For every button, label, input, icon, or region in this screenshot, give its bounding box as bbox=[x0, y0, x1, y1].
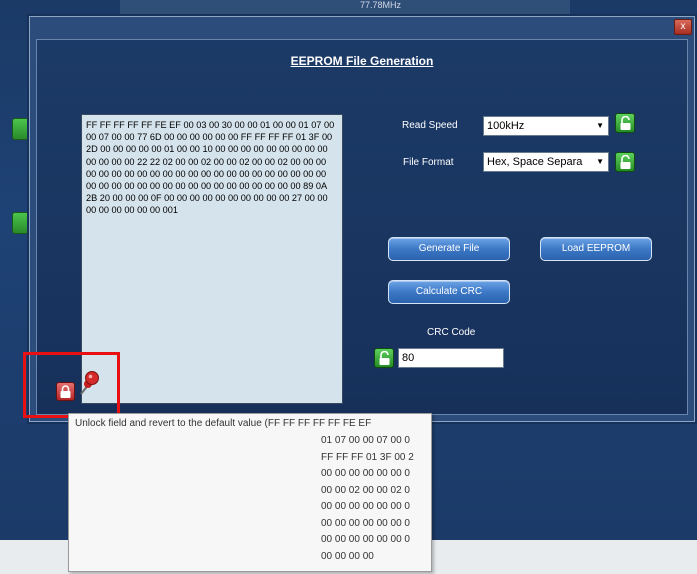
tooltip-line: 00 00 00 00 00 00 0 bbox=[321, 517, 410, 529]
background-frequency-text: 77.78MHz bbox=[360, 0, 402, 10]
tooltip-value-lines: 01 07 00 00 07 00 0 FF FF FF 01 3F 00 2 … bbox=[321, 433, 414, 565]
unlock-icon bbox=[620, 155, 631, 169]
dialog-content: EEPROM File Generation FF FF FF FF FF FE… bbox=[36, 39, 688, 415]
file-format-unlock-button[interactable] bbox=[615, 152, 635, 172]
eeprom-dialog-window: x EEPROM File Generation FF FF FF FF FF … bbox=[29, 16, 695, 422]
unlock-icon bbox=[379, 351, 390, 365]
read-speed-value: 100kHz bbox=[487, 120, 525, 132]
eeprom-hex-textarea[interactable]: FF FF FF FF FF FE EF 00 03 00 30 00 00 0… bbox=[81, 114, 343, 404]
tooltip-line: 00 00 02 00 00 02 0 bbox=[321, 484, 410, 496]
tooltip: Unlock field and revert to the default v… bbox=[68, 413, 432, 572]
tooltip-line: 00 00 00 00 bbox=[321, 550, 374, 562]
tooltip-line: FF FF FF 01 3F 00 2 bbox=[321, 451, 414, 463]
tooltip-line: 00 00 00 00 00 00 0 bbox=[321, 534, 410, 545]
tooltip-heading: Unlock field and revert to the default v… bbox=[75, 418, 372, 429]
file-format-value: Hex, Space Separa bbox=[487, 156, 583, 168]
read-speed-select[interactable]: 100kHz ▼ bbox=[483, 116, 609, 136]
crc-code-input[interactable]: 80 bbox=[398, 348, 504, 368]
page-title: EEPROM File Generation bbox=[290, 54, 434, 68]
background-lock-icon[interactable] bbox=[12, 118, 30, 140]
close-button[interactable]: x bbox=[674, 19, 692, 35]
highlight-box bbox=[23, 352, 120, 418]
chevron-down-icon: ▼ bbox=[596, 121, 604, 130]
read-speed-unlock-button[interactable] bbox=[615, 113, 635, 133]
background-lock-icon[interactable] bbox=[12, 212, 30, 234]
tooltip-line: 00 00 00 00 00 00 0 bbox=[321, 501, 410, 512]
load-eeprom-button[interactable]: Load EEPROM bbox=[540, 237, 652, 261]
file-format-label: File Format bbox=[403, 157, 454, 168]
crc-unlock-button[interactable] bbox=[374, 348, 394, 368]
crc-code-label: CRC Code bbox=[427, 327, 476, 338]
read-speed-label: Read Speed bbox=[402, 120, 458, 131]
unlock-icon bbox=[620, 116, 631, 130]
generate-file-button[interactable]: Generate File bbox=[388, 237, 510, 261]
tooltip-line: 00 00 00 00 00 00 0 bbox=[321, 468, 410, 479]
calculate-crc-button[interactable]: Calculate CRC bbox=[388, 280, 510, 304]
background-toolbar bbox=[120, 0, 570, 14]
chevron-down-icon: ▼ bbox=[596, 157, 604, 166]
tooltip-line: 01 07 00 00 07 00 0 bbox=[321, 435, 410, 446]
file-format-select[interactable]: Hex, Space Separa ▼ bbox=[483, 152, 609, 172]
